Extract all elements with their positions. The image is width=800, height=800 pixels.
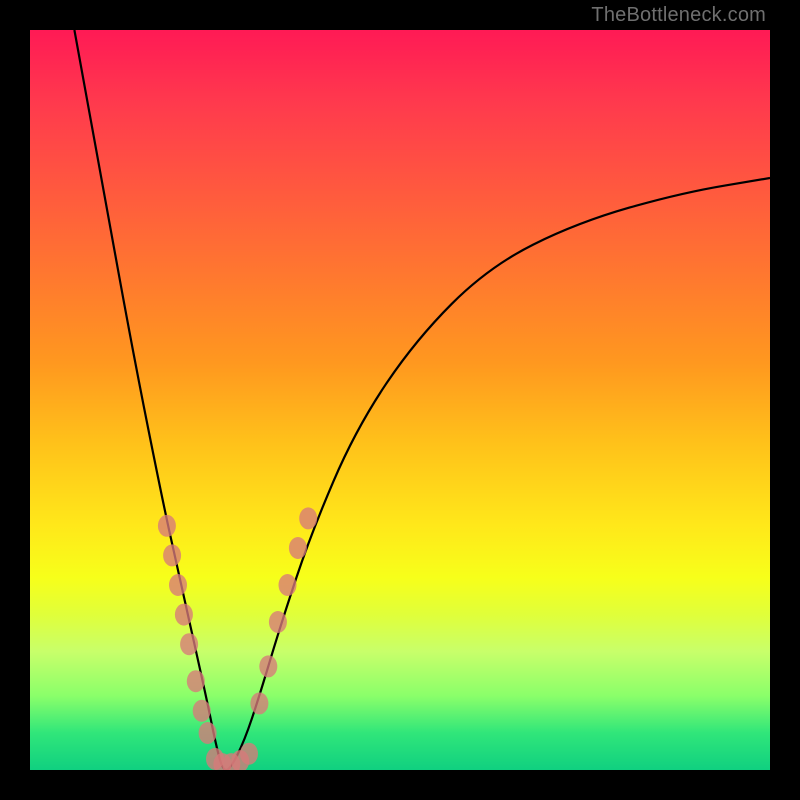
scatter-point [240, 743, 258, 765]
scatter-markers [158, 507, 317, 770]
chart-svg [30, 30, 770, 770]
scatter-point [169, 574, 187, 596]
scatter-point [289, 537, 307, 559]
scatter-point [158, 515, 176, 537]
scatter-point [259, 655, 277, 677]
scatter-point [175, 604, 193, 626]
scatter-point [299, 507, 317, 529]
scatter-point [279, 574, 297, 596]
scatter-point [187, 670, 205, 692]
bottleneck-curve [74, 30, 770, 770]
chart-frame [30, 30, 770, 770]
scatter-point [163, 544, 181, 566]
scatter-point [193, 700, 211, 722]
watermark-text: TheBottleneck.com [591, 4, 766, 27]
scatter-point [269, 611, 287, 633]
scatter-point [180, 633, 198, 655]
scatter-point [199, 722, 217, 744]
scatter-point [250, 692, 268, 714]
